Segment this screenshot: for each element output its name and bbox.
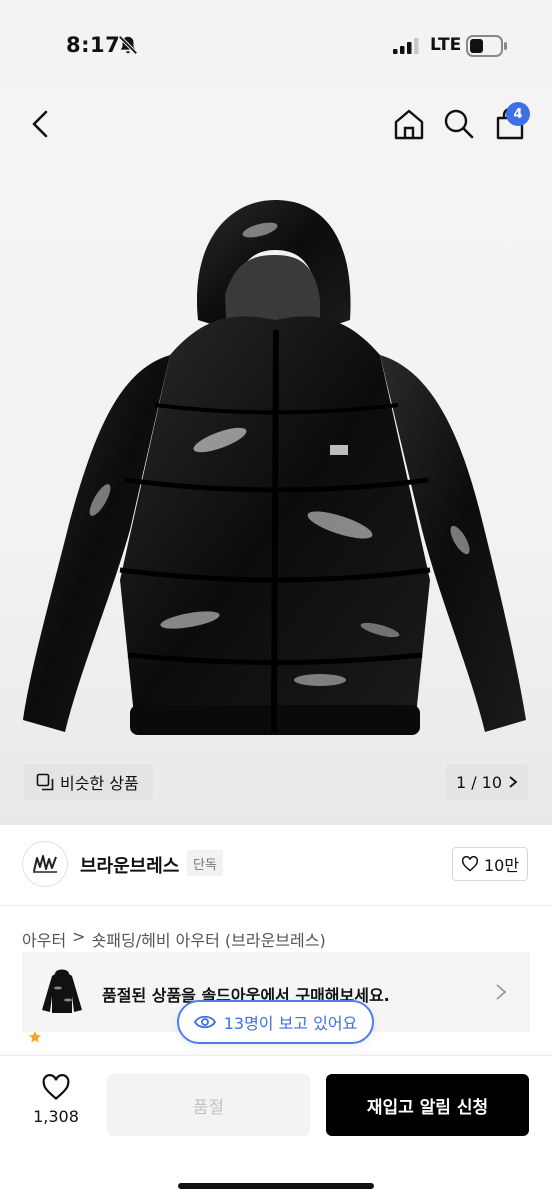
eye-icon bbox=[193, 1015, 216, 1029]
viewers-text: 13명이 보고 있어요 bbox=[223, 1014, 358, 1033]
product-image bbox=[23, 200, 526, 735]
cart-count-badge: 4 bbox=[506, 102, 530, 126]
heart-icon bbox=[42, 1074, 70, 1101]
star-icon bbox=[29, 1031, 41, 1043]
soldout-button: 품절 bbox=[107, 1074, 310, 1136]
gallery-icon bbox=[36, 773, 54, 791]
soldout-thumbnail bbox=[42, 969, 82, 1013]
image-counter[interactable]: 1 / 10 bbox=[446, 764, 528, 800]
chevron-right-icon bbox=[509, 776, 518, 788]
viewers-indicator: 13명이 보고 있어요 bbox=[177, 1000, 374, 1044]
breadcrumb-category[interactable]: 아우터 bbox=[22, 927, 66, 951]
breadcrumb-subcategory[interactable]: 숏패딩/헤비 아우터 (브라운브레스) bbox=[92, 927, 326, 951]
wishlist-button[interactable]: 1,308 bbox=[20, 1074, 92, 1138]
status-bar: 8:17 LTE bbox=[0, 0, 552, 90]
brand-logo-icon bbox=[33, 855, 57, 873]
exclusive-badge: 단독 bbox=[187, 850, 223, 876]
search-button[interactable] bbox=[440, 104, 478, 144]
back-button[interactable] bbox=[22, 106, 58, 142]
brand-like-button[interactable]: 10만 bbox=[452, 847, 528, 881]
breadcrumb: 아우터 > 숏패딩/헤비 아우터 (브라운브레스) bbox=[22, 927, 326, 951]
divider bbox=[0, 905, 552, 906]
rating-peek bbox=[28, 1030, 42, 1047]
similar-products-button[interactable]: 비슷한 상품 bbox=[24, 764, 153, 800]
brand-name[interactable]: 브라운브레스 bbox=[80, 852, 179, 878]
bottom-action-bar: 1,308 품절 재입고 알림 신청 bbox=[0, 1055, 552, 1200]
heart-icon bbox=[461, 856, 478, 872]
battery-icon bbox=[466, 35, 507, 57]
status-time: 8:17 bbox=[66, 33, 121, 57]
home-button[interactable] bbox=[390, 104, 428, 144]
signal-icon bbox=[393, 38, 419, 54]
wishlist-count: 1,308 bbox=[33, 1107, 79, 1126]
image-counter-label: 1 / 10 bbox=[455, 772, 503, 792]
brand-row[interactable]: 브라운브레스 단독 10만 bbox=[0, 825, 552, 905]
breadcrumb-separator: > bbox=[72, 927, 86, 946]
brand-like-count: 10만 bbox=[483, 856, 520, 875]
network-label: LTE bbox=[430, 35, 462, 55]
bell-slash-icon bbox=[118, 35, 138, 55]
similar-products-label: 비슷한 상품 bbox=[60, 774, 139, 793]
back-chevron-icon bbox=[32, 110, 48, 138]
brand-logo[interactable] bbox=[22, 841, 68, 887]
search-icon bbox=[444, 109, 474, 139]
chevron-right-icon bbox=[496, 984, 507, 1000]
home-indicator bbox=[178, 1183, 374, 1189]
product-image-gallery[interactable]: 비슷한 상품 1 / 10 bbox=[0, 90, 552, 825]
home-icon bbox=[394, 109, 424, 140]
restock-alert-button[interactable]: 재입고 알림 신청 bbox=[326, 1074, 529, 1136]
